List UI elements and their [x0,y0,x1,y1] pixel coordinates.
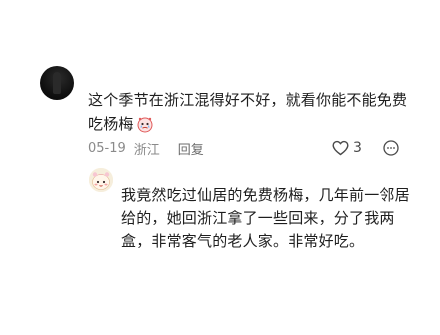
comment-meta: 05-19 浙江 回复 [88,138,204,158]
more-options-icon[interactable] [383,140,399,156]
heart-icon [332,140,349,156]
avatar-figure [53,72,61,94]
crying-face-sticker-icon [137,117,153,133]
commenter-avatar[interactable] [40,66,74,100]
reply-body: 我竟然吃过仙居的免费杨梅，几年前一邻居给的，她回浙江拿了一些回来，分了我两盒，非… [121,186,410,250]
like-count: 3 [353,140,362,156]
cartoon-character-avatar-icon [89,168,113,192]
like-button[interactable]: 3 [332,138,362,158]
comment-date: 05-19 [88,140,126,156]
comment-body: 这个季节在浙江混得好不好，就看你能不能免费吃杨梅 [88,88,418,136]
comment-location: 浙江 [133,142,160,158]
reply-avatar[interactable] [89,168,113,192]
reply-button[interactable]: 回复 [178,139,204,158]
